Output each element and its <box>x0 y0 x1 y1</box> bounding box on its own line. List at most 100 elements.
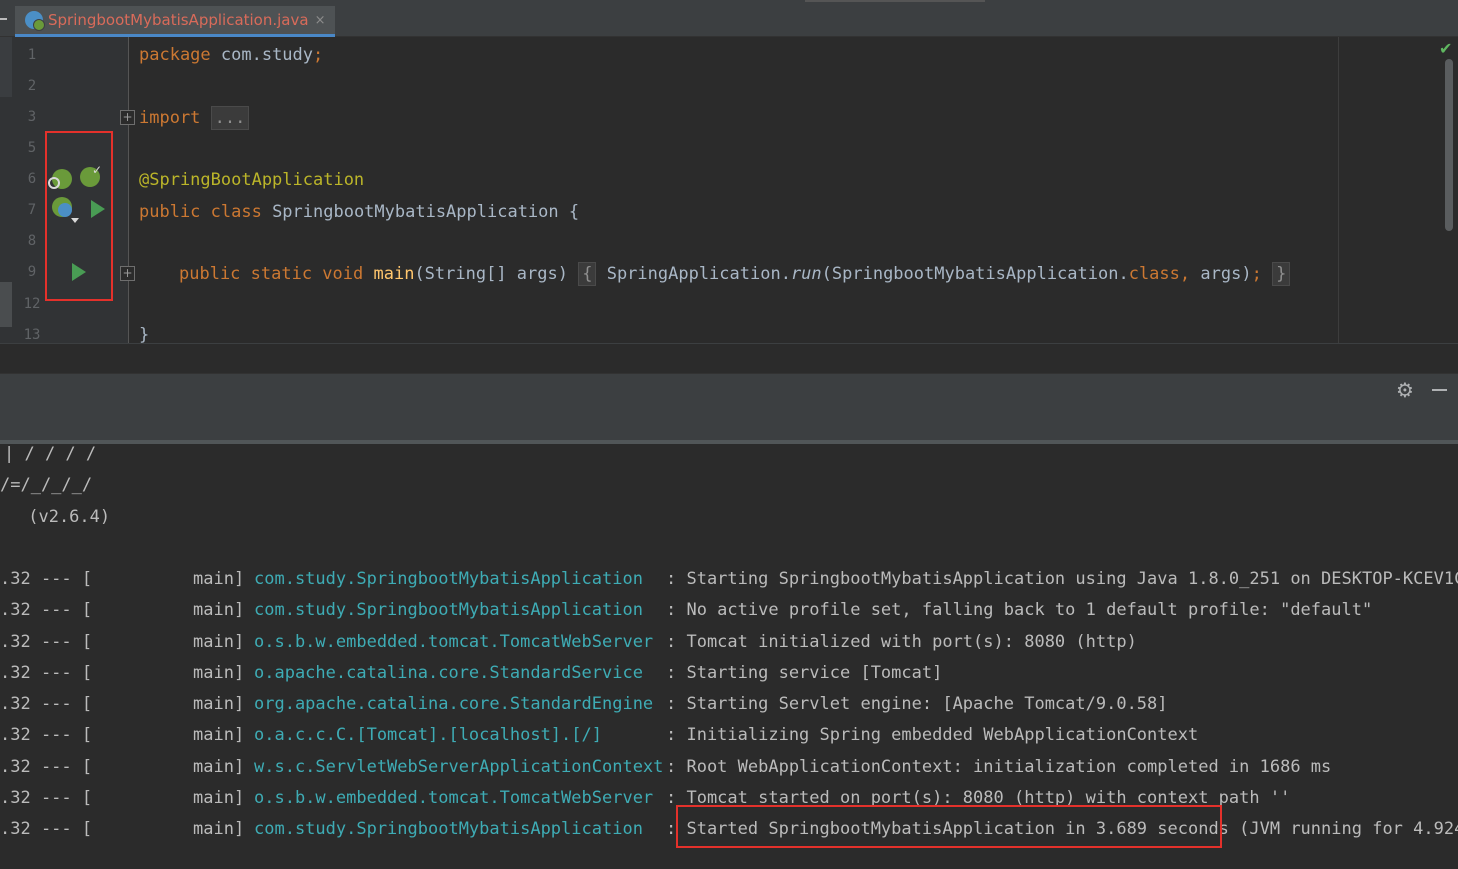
close-tab-icon[interactable]: × <box>315 13 326 28</box>
line-number: 9 <box>27 264 37 280</box>
tab-bar-edge-marker <box>0 18 7 20</box>
log-message: : No active profile set, falling back to… <box>666 600 1373 620</box>
log-thread: main] <box>193 819 245 839</box>
banner-line: | / / / / <box>4 444 97 464</box>
main-method-name: main <box>373 264 415 284</box>
log-logger: org.apache.catalina.core.StandardEngine <box>254 694 654 714</box>
log-thread: main] <box>193 788 245 808</box>
line-number: 13 <box>23 327 41 343</box>
line-number: 5 <box>27 140 37 156</box>
log-prefix: .32 --- [ <box>0 694 93 714</box>
comma: , <box>1179 264 1191 284</box>
editor-horizontal-scrollbar[interactable] <box>0 343 1458 353</box>
line-number: 2 <box>27 78 37 94</box>
log-prefix: .32 --- [ <box>0 725 93 745</box>
spring-boot-class-icon <box>25 11 45 31</box>
code-line-7: public class SpringbootMybatisApplicatio… <box>139 202 579 222</box>
log-row: .32 --- [ main] o.s.b.w.embedded.tomcat.To… <box>0 788 1290 808</box>
log-prefix: .32 --- [ <box>0 632 93 652</box>
log-thread: main] <box>193 632 245 652</box>
log-message: : Starting Servlet engine: [Apache Tomca… <box>666 694 1168 714</box>
gutter-change-marker <box>0 282 12 327</box>
log-row: .32 --- [ main] com.study.SpringbootMybati… <box>0 569 1458 589</box>
line-number: 8 <box>27 233 37 249</box>
log-row: .32 --- [ main] o.apache.catalina.core.Sta… <box>0 663 942 683</box>
log-prefix: .32 --- [ <box>0 600 93 620</box>
code-line-6: @SpringBootApplication <box>139 170 364 190</box>
log-message: : Starting SpringbootMybatisApplication … <box>666 569 1458 589</box>
log-thread: main] <box>193 757 245 777</box>
line-number: 6 <box>27 171 37 187</box>
log-thread: main] <box>193 663 245 683</box>
log-prefix: .32 --- [ <box>0 569 93 589</box>
code-line-3: import ... <box>139 106 250 130</box>
tab-bar-top-strip <box>805 0 985 2</box>
log-logger: o.s.b.w.embedded.tomcat.TomcatWebServer <box>254 788 654 808</box>
code-editor[interactable]: 1 2 3 5 6 7 8 9 12 13 ✓ + + package com.… <box>0 37 1458 343</box>
minimize-icon[interactable] <box>1432 389 1447 391</box>
folded-brace-close: } <box>1272 262 1291 286</box>
editor-tab-bar: SpringbootMybatisApplication.java × <box>0 0 1458 37</box>
log-prefix: .32 --- [ <box>0 663 93 683</box>
log-logger: o.a.c.c.C.[Tomcat].[localhost].[/] <box>254 725 602 745</box>
log-row: .32 --- [main] com.study.SpringbootMybati… <box>0 819 1458 839</box>
class-literal: class <box>1128 264 1180 284</box>
log-logger: com.study.SpringbootMybatisApplication <box>254 819 643 839</box>
package-name: com.study <box>210 45 314 65</box>
package-keyword: package <box>139 45 211 65</box>
log-thread: main] <box>193 725 245 745</box>
log-message: : Starting service [Tomcat] <box>666 663 943 683</box>
code-line-1: package com.study; <box>139 45 323 65</box>
line-number: 1 <box>27 47 37 63</box>
class-declaration: SpringbootMybatisApplication { <box>261 202 580 222</box>
log-logger: com.study.SpringbootMybatisApplication <box>254 569 643 589</box>
log-logger: w.s.c.ServletWebServerApplicationContext <box>254 757 664 777</box>
startup-time-highlight-box <box>676 805 1222 848</box>
editor-vertical-scrollbar[interactable] <box>1445 59 1453 231</box>
log-logger: o.s.b.w.embedded.tomcat.TomcatWebServer <box>254 632 654 652</box>
log-thread: main] <box>193 569 245 589</box>
log-thread: main] <box>193 600 245 620</box>
fold-toggle-icon[interactable]: + <box>120 266 135 281</box>
log-row: .32 --- [ main] com.study.SpringbootMybati… <box>0 600 1372 620</box>
folded-imports[interactable]: ... <box>210 106 250 130</box>
semicolon: ; <box>313 45 324 65</box>
inspection-ok-icon[interactable]: ✔ <box>1439 39 1452 58</box>
class-keywords: public class <box>139 202 262 222</box>
line-number: 7 <box>27 202 37 218</box>
tab-springboot-mybatis-application[interactable]: SpringbootMybatisApplication.java × <box>15 6 335 37</box>
spring-version: (v2.6.4) <box>18 507 111 527</box>
closing-brace: } <box>139 325 150 343</box>
log-thread: main] <box>193 694 245 714</box>
spring-boot-annotation: @SpringBootApplication <box>139 170 365 190</box>
method-modifiers: public static void <box>179 264 364 284</box>
log-message: : Tomcat initialized with port(s): 8080 … <box>666 632 1137 652</box>
log-message: : Root WebApplicationContext: initializa… <box>666 757 1332 777</box>
run-method-call: run <box>790 264 822 284</box>
log-message: : Initializing Spring embedded WebApplic… <box>666 725 1199 745</box>
banner-line: /=/_/_/_/ <box>0 475 93 495</box>
line-number: 12 <box>23 296 41 312</box>
import-keyword: import <box>139 108 201 128</box>
log-row: .32 --- [ main] o.s.b.w.embedded.tomcat.To… <box>0 632 1137 652</box>
gutter-highlight-box <box>45 131 113 301</box>
right-margin-guide <box>1338 37 1339 343</box>
tab-filename: SpringbootMybatisApplication.java <box>48 11 309 29</box>
run-argument-class: (SpringbootMybatisApplication. <box>821 264 1129 284</box>
fold-toggle-icon[interactable]: + <box>120 110 135 125</box>
line-number: 3 <box>27 109 37 125</box>
run-console-output[interactable]: | / / / / /=/_/_/_/ (v2.6.4) .32 --- [ ma… <box>0 444 1458 869</box>
gutter-change-marker <box>0 37 12 97</box>
log-logger: o.apache.catalina.core.StandardService <box>254 663 643 683</box>
log-row: .32 --- [ main] w.s.c.ServletWebServerAppl… <box>0 757 1331 777</box>
gear-icon[interactable]: ⚙ <box>1396 378 1414 402</box>
main-params: (String[] args) <box>414 264 568 284</box>
log-row: .32 --- [ main] o.a.c.c.C.[Tomcat].[localh… <box>0 725 1198 745</box>
log-row: .32 --- [ main] org.apache.catalina.core.S… <box>0 694 1168 714</box>
code-line-9: public static void main(String[] args) {… <box>179 262 1291 286</box>
folded-brace-open: { <box>578 262 597 286</box>
log-logger: com.study.SpringbootMybatisApplication <box>254 600 643 620</box>
log-prefix: .32 --- [ <box>0 757 93 777</box>
log-prefix: .32 --- [ <box>0 788 93 808</box>
run-argument-args: args) <box>1190 264 1252 284</box>
